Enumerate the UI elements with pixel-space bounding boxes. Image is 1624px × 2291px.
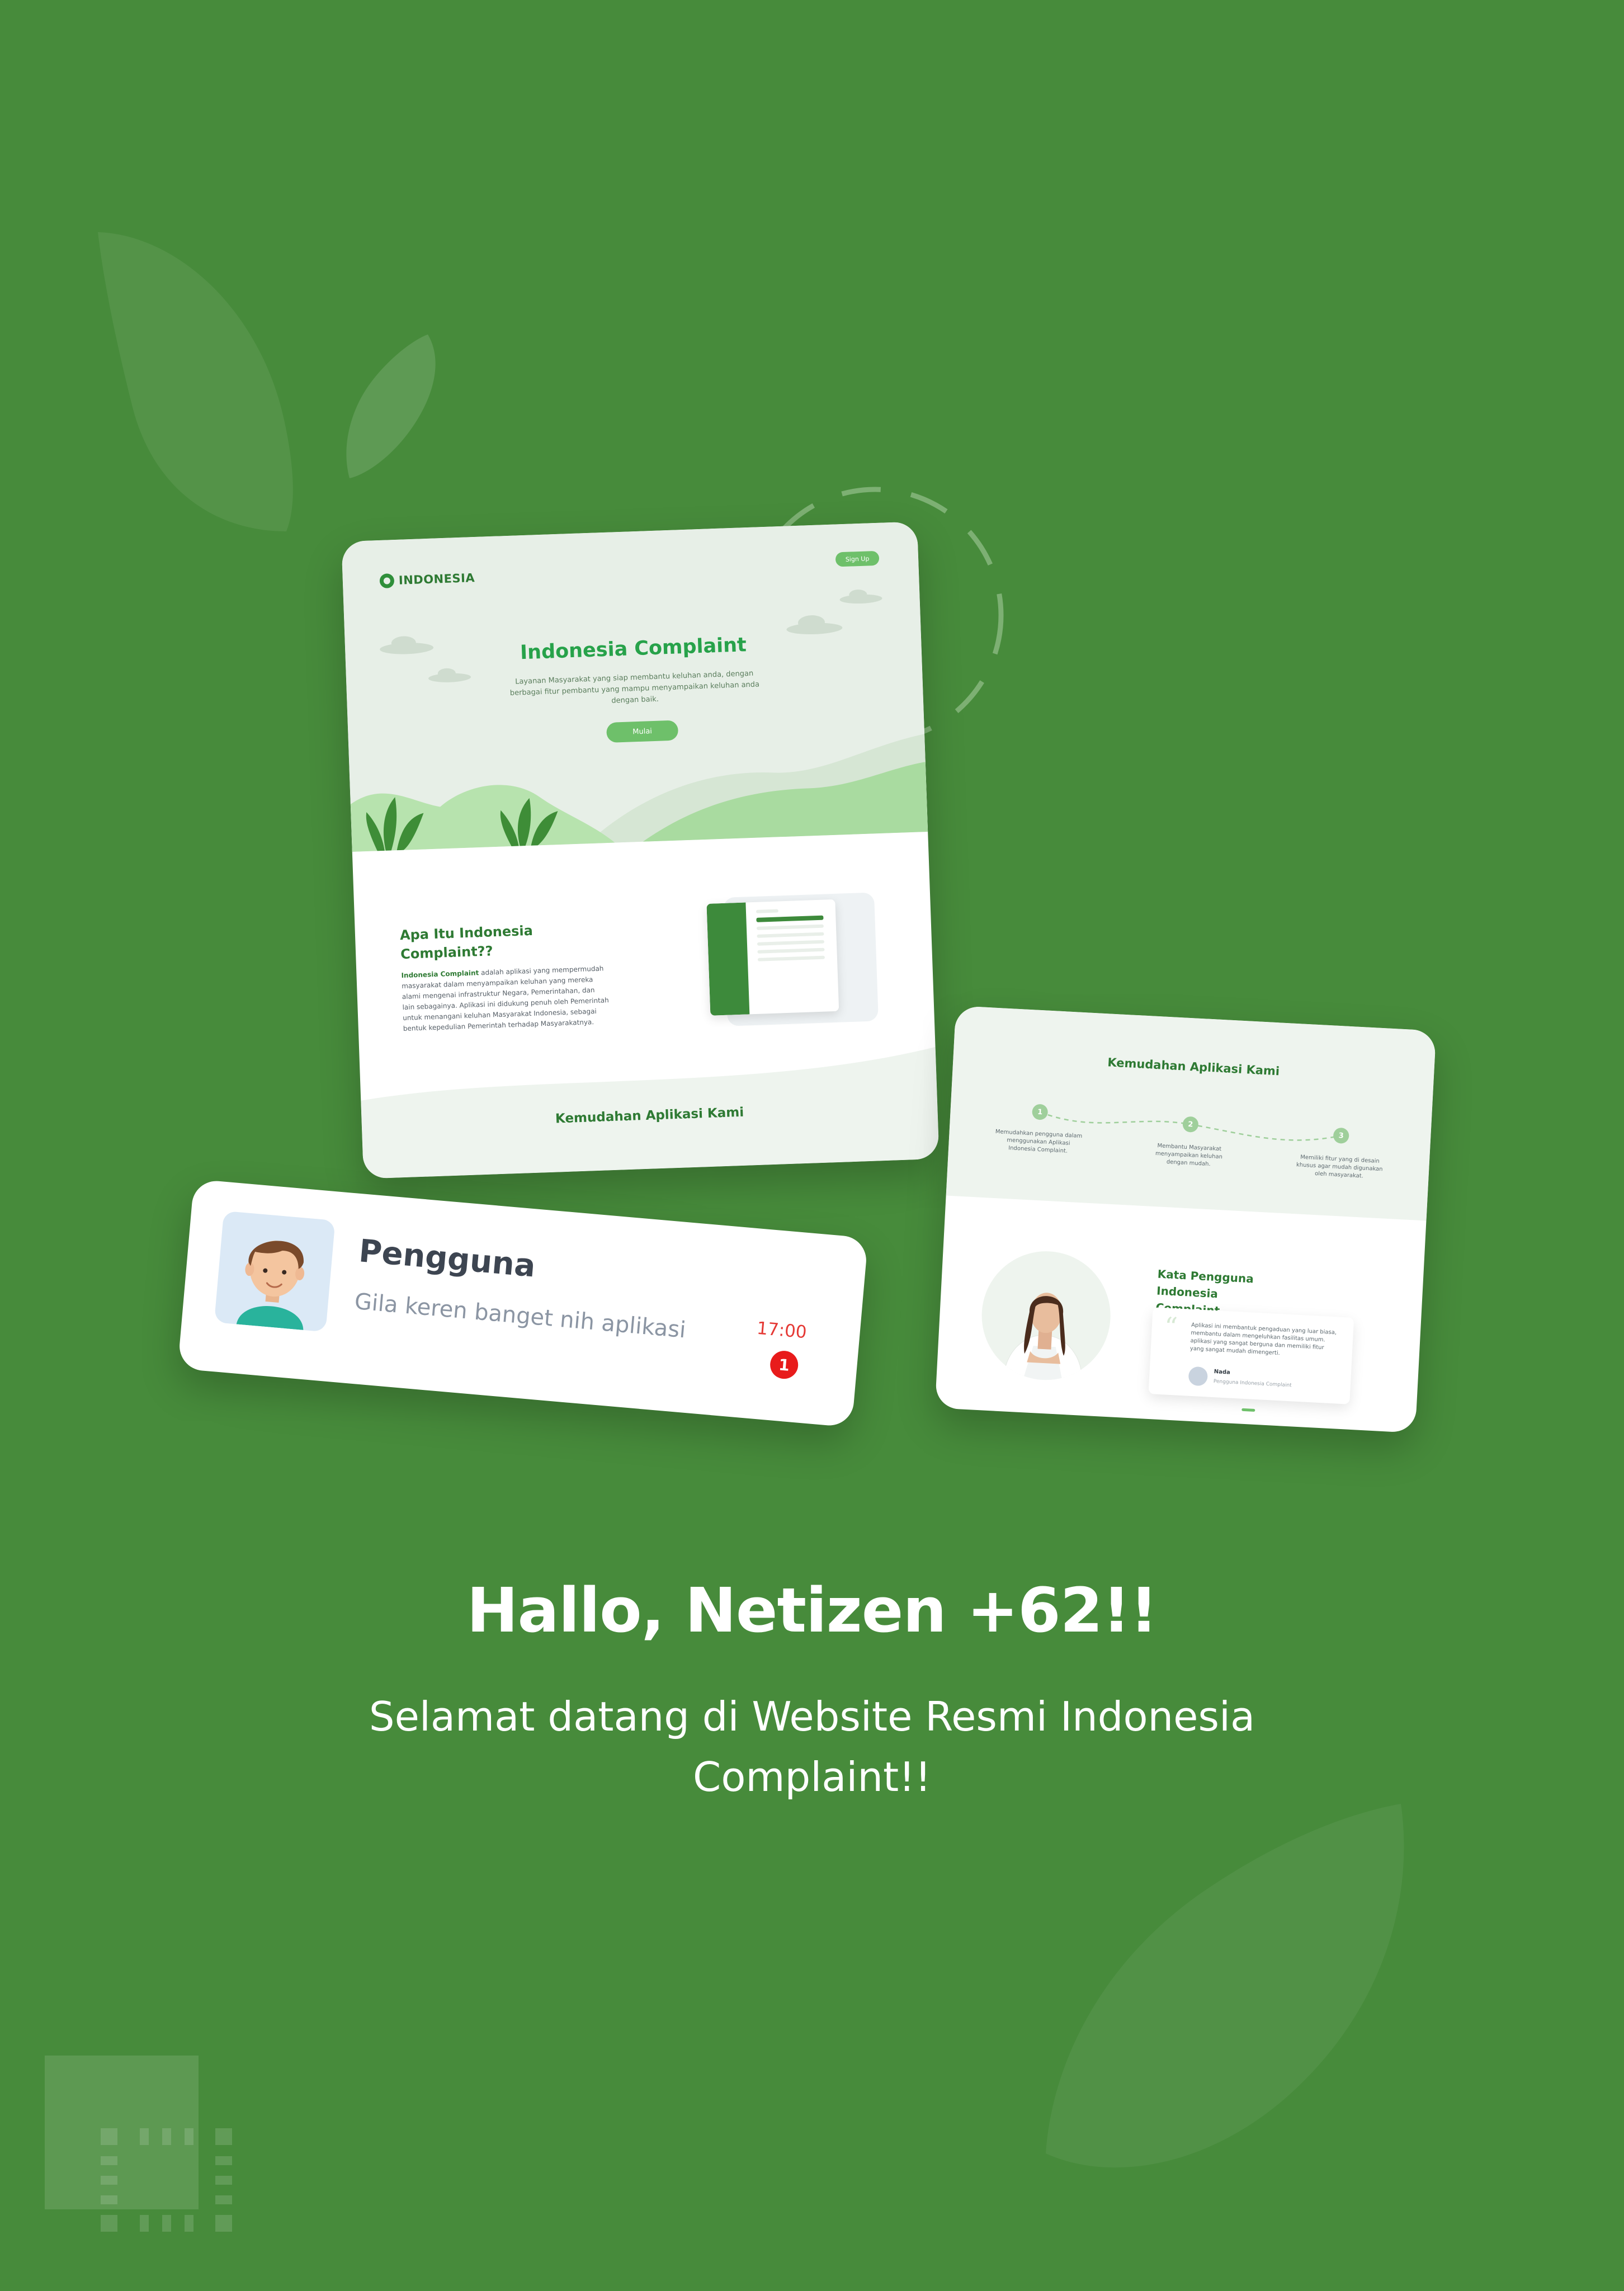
testimonial-role: Pengguna Indonesia Complaint bbox=[1213, 1379, 1292, 1389]
quote-icon: “ bbox=[1163, 1311, 1178, 1342]
leaf-decoration-bottom bbox=[1046, 1804, 1404, 2168]
customer-service-photo bbox=[978, 1248, 1114, 1384]
section-wave bbox=[361, 1046, 940, 1179]
boy-avatar-illustration bbox=[236, 1241, 305, 1330]
testimonial-quote: Aplikasi ini membantuk pengaduan yang lu… bbox=[1189, 1322, 1337, 1357]
carousel-indicator[interactable] bbox=[1241, 1408, 1255, 1412]
notification-time: 17:00 bbox=[756, 1318, 808, 1343]
landing-page-preview: INDONESIA Sign Up Indonesia Complaint La… bbox=[341, 521, 940, 1179]
headline: Hallo, Netizen +62!! bbox=[466, 1575, 1158, 1646]
steps-path bbox=[1040, 1111, 1342, 1141]
subheadline: Selamat datang di Website Resmi Indonesi… bbox=[369, 1693, 1255, 1800]
notification-message: Gila keren banget nih aplikasi bbox=[353, 1288, 687, 1344]
user-avatar-icon bbox=[1188, 1366, 1208, 1387]
woman-portrait-icon bbox=[1003, 1293, 1083, 1384]
square-decoration bbox=[45, 2056, 199, 2209]
testimonial-name: Nada bbox=[1214, 1369, 1231, 1376]
step-text-3: Memiliki fitur yang di desain khusus aga… bbox=[1296, 1154, 1383, 1180]
notification-sender: Pengguna bbox=[357, 1233, 537, 1285]
step-text-1: Memudahkan pengguna dalam menggunakan Ap… bbox=[995, 1128, 1083, 1154]
unread-badge: 1 bbox=[769, 1350, 800, 1380]
leaf-decoration-large bbox=[98, 232, 293, 531]
user-avatar-icon bbox=[214, 1210, 336, 1332]
leaf-decoration-small bbox=[346, 334, 436, 478]
testimonial-card: “ Aplikasi ini membantuk pengaduan yang … bbox=[1148, 1307, 1354, 1404]
features-preview: Kemudahan Aplikasi Kami 1 2 3 Memudahkan… bbox=[934, 1005, 1437, 1434]
step-text-2: Membantu Masyarakat menyampaikan keluhan… bbox=[1155, 1143, 1223, 1168]
